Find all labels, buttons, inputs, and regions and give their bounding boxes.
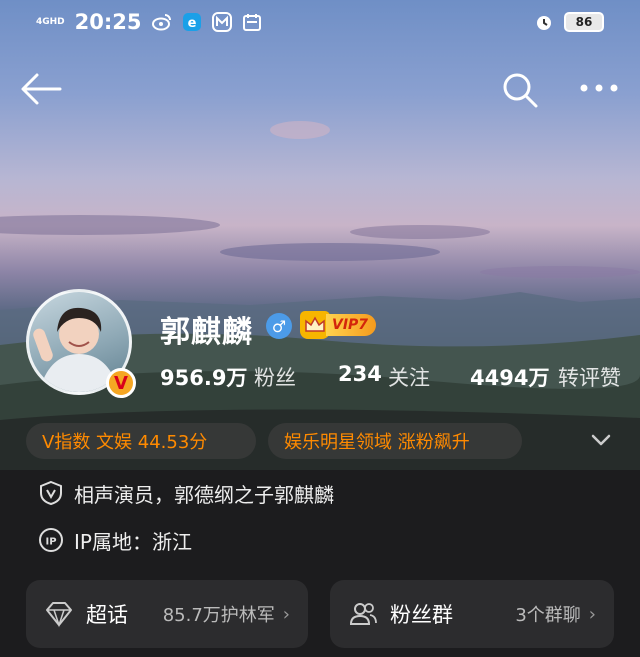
gender-male-icon: ♂ <box>266 313 292 339</box>
following-count[interactable]: 234 <box>338 362 382 386</box>
more-icon[interactable] <box>578 78 620 98</box>
status-bar: 4GHD 20:25 e 86 <box>0 0 640 48</box>
network-indicator: 4GHD <box>36 16 65 27</box>
chevron-right-icon: › <box>282 603 290 625</box>
rising-star-tag[interactable]: 娱乐明星领域 涨粉飙升 <box>268 423 522 459</box>
followers-label[interactable]: 粉丝 <box>254 362 296 392</box>
top-navigation <box>0 64 640 114</box>
super-topic-title: 超话 <box>86 603 128 627</box>
ip-location-text: IP属地：浙江 <box>74 529 192 554</box>
super-topic-card[interactable]: 超话 85.7万护林军 › <box>26 580 308 648</box>
fan-group-card[interactable]: 粉丝群 3个群聊 › <box>330 580 614 648</box>
reposts-likes-label[interactable]: 转评赞 <box>558 362 621 392</box>
diamond-icon <box>44 599 74 629</box>
ip-location: IP IP属地：浙江 <box>38 525 192 555</box>
fan-group-value: 3个群聊 <box>515 605 581 626</box>
fan-group-title: 粉丝群 <box>390 603 453 627</box>
svg-text:IP: IP <box>45 537 56 548</box>
profile-stats: 956.9万 粉丝 234 关注 4494万 转评赞 <box>160 362 630 392</box>
chevron-down-icon[interactable] <box>590 432 612 448</box>
shield-v-icon <box>38 480 64 506</box>
chevron-right-icon: › <box>588 603 596 625</box>
description-text: 相声演员，郭德纲之子郭麒麟 <box>74 482 334 507</box>
followers-count[interactable]: 956.9万 <box>160 362 247 392</box>
verified-badge: V <box>106 368 136 398</box>
battery-indicator: 86 <box>564 12 604 32</box>
reposts-likes-count[interactable]: 4494万 <box>470 362 549 392</box>
profile-page: 4GHD 20:25 e 86 V 郭麒麟 ♂ VIP7 956.9万 粉丝 2… <box>0 0 640 657</box>
svg-text:e: e <box>187 16 196 31</box>
weibo-icon <box>151 12 172 32</box>
profile-name: 郭麒麟 <box>160 315 253 350</box>
v-index-tag[interactable]: V指数 文娱 44.53分 <box>26 423 256 459</box>
calendar-icon <box>242 12 262 32</box>
ip-icon: IP <box>38 527 64 553</box>
back-arrow-icon[interactable] <box>20 72 62 106</box>
vip-badge[interactable]: VIP7 <box>300 310 377 340</box>
alarm-icon <box>534 12 554 32</box>
following-label[interactable]: 关注 <box>388 362 430 392</box>
group-icon <box>348 599 378 629</box>
app-e-icon: e <box>182 12 202 32</box>
vip-level-label: VIP7 <box>326 314 377 336</box>
search-icon[interactable] <box>500 70 540 110</box>
super-topic-value: 85.7万护林军 <box>162 605 275 626</box>
profile-description: 相声演员，郭德纲之子郭麒麟 <box>38 478 334 508</box>
app-m-icon <box>211 12 232 32</box>
status-time: 20:25 <box>74 10 142 34</box>
